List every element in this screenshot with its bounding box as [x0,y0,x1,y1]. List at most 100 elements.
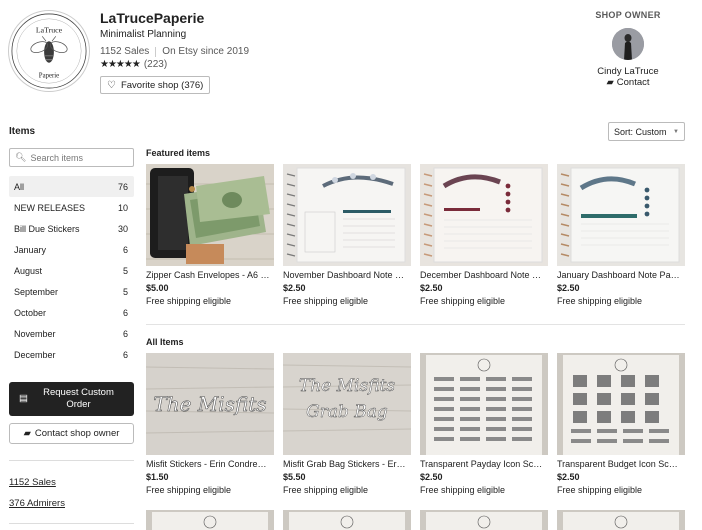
featured-item-card[interactable]: December Dashboard Note … $2.50 Free shi… [420,164,548,306]
category-october[interactable]: October 6 [9,302,134,323]
category-december[interactable]: December 6 [9,344,134,365]
star-rating-icon: ★★★★★ [100,59,141,70]
item-card[interactable]: Transparent Budget Icon Sc… $2.50 Free s… [557,353,685,495]
shop-tagline: Minimalist Planning [100,29,187,40]
sales-link[interactable]: 1152 Sales [9,477,56,488]
admirers-link[interactable]: 376 Admirers [9,498,65,509]
shipping-note: Free shipping eligible [420,485,506,495]
featured-item-card[interactable]: November Dashboard Note … $2.50 Free shi… [283,164,411,306]
product-image-partial[interactable] [146,510,274,530]
item-card[interactable]: The Misfits Grab Bag Misfit Grab Bag Sti… [283,353,411,495]
shipping-note: Free shipping eligible [146,485,232,495]
sales-count: 1152 Sales [100,46,150,57]
category-new-releases[interactable]: NEW RELEASES 10 [9,197,134,218]
message-icon: ▰ [23,428,31,439]
owner-contact-label: Contact [616,77,650,88]
search-input[interactable] [30,152,131,163]
shop-owner-panel: SHOP OWNER Cindy LaTruce ▰ Contact [580,10,676,88]
product-title[interactable]: November Dashboard Note … [283,270,411,280]
product-price: $5.00 [146,283,169,293]
heart-icon: ♡ [107,79,116,91]
owner-name[interactable]: Cindy LaTruce [580,66,676,77]
items-heading: Items [9,126,36,137]
category-label: October [14,307,47,318]
contact-shop-owner-button[interactable]: ▰ Contact shop owner [9,423,134,444]
request-custom-order-label: Request Custom Order [43,387,114,410]
featured-items-title: Featured items [146,148,211,158]
shipping-note: Free shipping eligible [557,296,643,306]
shipping-note: Free shipping eligible [146,296,232,306]
review-count: (223) [143,59,168,70]
product-title[interactable]: December Dashboard Note … [420,270,548,280]
category-count: 6 [122,349,128,360]
featured-item-card[interactable]: January Dashboard Note Pa… $2.50 Free sh… [557,164,685,306]
category-count: 5 [122,286,128,297]
svg-text:LaTruce: LaTruce [36,25,63,34]
sort-label: Sort: Custom [614,126,667,137]
product-price: $2.50 [420,472,443,482]
product-image[interactable] [420,353,548,455]
product-image-partial[interactable] [557,510,685,530]
all-items-title: All Items [146,337,184,347]
category-label: January [14,244,47,255]
product-price: $2.50 [557,283,580,293]
caret-down-icon: ▼ [673,128,679,135]
product-title[interactable]: January Dashboard Note Pa… [557,270,685,280]
favorite-shop-label: Favorite shop (376) [120,79,204,91]
product-title[interactable]: Misfit Grab Bag Stickers - Er… [283,459,411,469]
product-image[interactable] [557,353,685,455]
search-items-field[interactable]: 🔍︎ [9,148,134,167]
product-image[interactable] [283,164,411,266]
document-icon: ▤ [19,393,28,404]
request-custom-order-button[interactable]: ▤ Request Custom Order [9,382,134,416]
search-icon: 🔍︎ [15,152,27,162]
product-title[interactable]: Transparent Payday Icon Sc… [420,459,548,469]
contact-shop-owner-label: Contact shop owner [34,428,120,439]
product-image[interactable]: The Misfits Grab Bag [283,353,411,455]
product-title[interactable]: Zipper Cash Envelopes - A6 … [146,270,274,280]
category-bill-due-stickers[interactable]: Bill Due Stickers 30 [9,218,134,239]
category-count: 5 [122,265,128,276]
category-count: 10 [117,202,128,213]
product-image-partial[interactable] [283,510,411,530]
favorite-shop-button[interactable]: ♡ Favorite shop (376) [100,76,211,94]
product-image[interactable] [146,164,274,266]
owner-contact-link[interactable]: ▰ Contact [580,77,676,88]
category-count: 76 [117,181,128,192]
sidebar-divider [9,523,134,524]
product-title[interactable]: Misfit Stickers - Erin Condre… [146,459,274,469]
category-january[interactable]: January 6 [9,239,134,260]
product-image-partial[interactable] [420,510,548,530]
item-card[interactable]: The Misfits Misfit Stickers - Erin Condr… [146,353,274,495]
shop-owner-title: SHOP OWNER [595,10,661,20]
product-image[interactable]: The Misfits [146,353,274,455]
category-september[interactable]: September 5 [9,281,134,302]
section-divider [146,324,685,325]
shipping-note: Free shipping eligible [283,296,369,306]
category-label: Bill Due Stickers [14,223,80,234]
category-november[interactable]: November 6 [9,323,134,344]
category-count: 6 [122,307,128,318]
shop-stats: 1152 Sales On Etsy since 2019 [100,46,249,57]
message-icon: ▰ [606,77,614,88]
category-count: 6 [122,328,128,339]
category-august[interactable]: August 5 [9,260,134,281]
category-all[interactable]: All 76 [9,176,134,197]
category-label: NEW RELEASES [14,202,86,213]
product-title[interactable]: Transparent Budget Icon Sc… [557,459,685,469]
category-count: 30 [117,223,128,234]
product-price: $1.50 [146,472,169,482]
product-price: $2.50 [283,283,306,293]
item-card[interactable]: Transparent Payday Icon Sc… $2.50 Free s… [420,353,548,495]
product-price: $2.50 [557,472,580,482]
category-label: August [14,265,43,276]
product-image[interactable] [557,164,685,266]
shop-name[interactable]: LaTrucePaperie [100,10,204,26]
owner-avatar[interactable] [612,28,644,60]
sort-dropdown[interactable]: Sort: Custom ▼ [608,122,685,141]
featured-item-card[interactable]: Zipper Cash Envelopes - A6 … $5.00 Free … [146,164,274,306]
shop-rating[interactable]: ★★★★★ (223) [100,59,167,70]
image-caption: The Misfits [153,392,266,416]
product-image[interactable] [420,164,548,266]
category-label: December [14,349,56,360]
